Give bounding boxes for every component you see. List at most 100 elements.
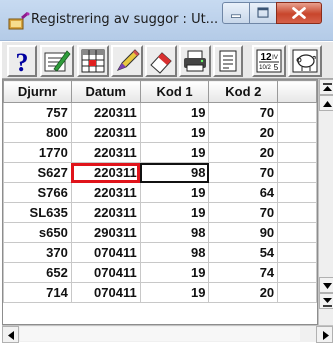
cell-extra: [277, 222, 317, 243]
svg-text:IV: IV: [272, 55, 278, 61]
app-icon: [8, 12, 30, 30]
table-row[interactable]: 757 220311 19 70: [3, 102, 317, 123]
help-icon: ?: [16, 48, 29, 75]
cell-kod2[interactable]: 74: [208, 262, 279, 283]
svg-text:5: 5: [274, 63, 279, 72]
cell-kod1[interactable]: 98: [139, 222, 210, 243]
cell-datum[interactable]: 290311: [70, 222, 141, 243]
list-view-icon: [219, 50, 237, 72]
cell-kod2[interactable]: 64: [208, 182, 279, 203]
cell-djurnr[interactable]: 652: [3, 262, 72, 283]
cell-datum[interactable]: 070411: [70, 242, 141, 263]
cell-datum[interactable]: 220311: [70, 182, 141, 203]
table-row[interactable]: SL635 220311 19 70: [3, 202, 317, 223]
cell-datum[interactable]: 070411: [70, 262, 141, 283]
list-view-button[interactable]: [213, 45, 243, 77]
table-row[interactable]: s650 290311 98 90: [3, 222, 317, 243]
cell-kod2[interactable]: 54: [208, 242, 279, 263]
cell-djurnr[interactable]: S627: [3, 162, 72, 183]
column-header-kod2[interactable]: Kod 2: [208, 80, 279, 103]
data-grid[interactable]: Djurnr Datum Kod 1 Kod 2 757 220311 19 70 80…: [2, 79, 318, 325]
cell-kod2[interactable]: 20: [208, 282, 279, 303]
printer-icon: [184, 50, 206, 72]
cell-kod2[interactable]: 70: [208, 102, 279, 123]
cell-kod1[interactable]: 19: [139, 202, 210, 223]
eraser-icon: [150, 52, 172, 74]
cell-kod2[interactable]: 90: [208, 222, 279, 243]
edit-form-button[interactable]: [40, 45, 74, 77]
cell-datum[interactable]: 220311: [70, 162, 141, 183]
scroll-up-icon: [323, 83, 332, 91]
column-header-extra: [277, 80, 317, 103]
cell-djurnr[interactable]: 714: [3, 282, 72, 303]
cell-extra: [277, 242, 317, 263]
pig-icon: [292, 49, 318, 73]
column-header-kod1[interactable]: Kod 1: [139, 80, 210, 103]
scroll-up-step-button[interactable]: [319, 95, 333, 111]
chevron-down-icon: [323, 283, 332, 289]
table-row[interactable]: S627 220311 98 70: [3, 162, 317, 183]
close-button[interactable]: [276, 2, 322, 24]
cell-djurnr[interactable]: 757: [3, 102, 72, 123]
scroll-up-button[interactable]: [319, 79, 333, 95]
vertical-scrollbar[interactable]: [318, 79, 333, 325]
cell-kod1[interactable]: 19: [139, 182, 210, 203]
column-header-datum[interactable]: Datum: [70, 80, 141, 103]
table-row[interactable]: S766 220311 19 64: [3, 182, 317, 203]
cell-kod1[interactable]: 98: [139, 242, 210, 263]
eraser-button[interactable]: [145, 45, 177, 77]
cell-extra: [277, 282, 317, 303]
table-row[interactable]: 1770 220311 19 20: [3, 142, 317, 163]
cell-djurnr[interactable]: s650: [3, 222, 72, 243]
cell-datum[interactable]: 220311: [70, 202, 141, 223]
cell-kod1[interactable]: 19: [139, 122, 210, 143]
cell-datum[interactable]: 220311: [70, 122, 141, 143]
cell-datum[interactable]: 070411: [70, 282, 141, 303]
maximize-button[interactable]: [249, 2, 277, 24]
pig-button[interactable]: [288, 45, 322, 77]
minimize-button[interactable]: [222, 2, 250, 24]
column-header-djurnr[interactable]: Djurnr: [3, 80, 72, 103]
chevron-up-icon: [323, 101, 332, 107]
cell-kod1[interactable]: 19: [139, 102, 210, 123]
cell-kod1[interactable]: 19: [139, 282, 210, 303]
cell-kod1[interactable]: 98: [139, 162, 210, 183]
cell-djurnr[interactable]: 370: [3, 242, 72, 263]
cell-datum[interactable]: 220311: [70, 102, 141, 123]
table-row[interactable]: 370 070411 98 54: [3, 242, 317, 263]
cell-djurnr[interactable]: 1770: [3, 142, 72, 163]
print-button[interactable]: [179, 45, 211, 77]
table-grid-button[interactable]: [77, 45, 109, 77]
pencil-icon: [116, 49, 140, 71]
help-button[interactable]: ?: [7, 45, 37, 77]
date-button[interactable]: 12 IV 10/2 5: [252, 45, 286, 77]
close-icon: [292, 7, 306, 19]
table-row[interactable]: 800 220311 19 20: [3, 122, 317, 143]
svg-text:12: 12: [260, 52, 272, 63]
table-row[interactable]: 652 070411 19 74: [3, 262, 317, 283]
cell-extra: [277, 182, 317, 203]
cell-datum[interactable]: 220311: [70, 142, 141, 163]
scroll-bottom-icon: [323, 298, 332, 307]
title-bar[interactable]: Registrering av suggor : Ut...: [0, 0, 333, 41]
cell-kod1[interactable]: 19: [139, 262, 210, 283]
horizontal-scrollbar[interactable]: [2, 325, 333, 343]
table-row[interactable]: 714 070411 19 20: [3, 282, 317, 303]
pencil-button[interactable]: [111, 45, 143, 77]
cell-djurnr[interactable]: SL635: [3, 202, 72, 223]
cell-kod2[interactable]: 20: [208, 142, 279, 163]
svg-text:10/2: 10/2: [259, 65, 271, 71]
cell-kod2[interactable]: 20: [208, 122, 279, 143]
cell-kod2[interactable]: 70: [208, 202, 279, 223]
cell-kod1[interactable]: 19: [139, 142, 210, 163]
scroll-right-button[interactable]: [316, 326, 333, 343]
scroll-bottom-button[interactable]: [319, 293, 333, 309]
chevron-left-icon: [8, 331, 14, 340]
horizontal-scroll-track[interactable]: [20, 327, 300, 341]
cell-djurnr[interactable]: 800: [3, 122, 72, 143]
scroll-down-step-button[interactable]: [319, 277, 333, 293]
scroll-left-button[interactable]: [2, 326, 19, 343]
cell-kod2[interactable]: 70: [208, 162, 279, 183]
cell-djurnr[interactable]: S766: [3, 182, 72, 203]
maximize-icon: [257, 7, 269, 18]
